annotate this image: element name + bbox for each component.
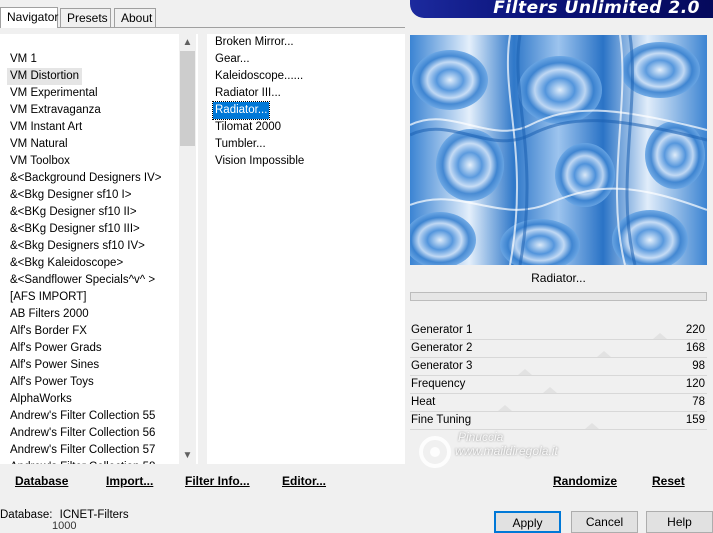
slider-thumb[interactable] [585,423,599,429]
watermark-line1: Pinuccia [458,430,504,444]
filter-name-label: Radiator... [410,268,707,288]
slider-label: Generator 2 [411,342,473,354]
category-item[interactable]: Andrew's Filter Collection 56 [7,425,158,442]
slider-track[interactable] [410,429,707,430]
watermark-line2: www.maildiregola.it [455,444,558,458]
editor-button[interactable]: Editor... [282,474,326,488]
radiator-pattern-image [410,35,707,265]
slider-thumb[interactable] [518,369,532,375]
category-item[interactable]: VM Instant Art [7,119,85,136]
database-count: 1000 [52,520,77,532]
category-item[interactable]: &<Sandflower Specials^v^ > [7,272,158,289]
scroll-down-icon[interactable]: ▼ [179,447,196,464]
slider-label: Heat [411,396,436,408]
category-item[interactable]: &<BKg Designer sf10 II> [7,204,140,221]
parameter-sliders: Generator 1 220 Generator 2 168 Generator 3 9… [410,322,707,432]
filter-item[interactable]: Radiator... [211,101,271,120]
slider-value: 120 [685,378,705,390]
cancel-button[interactable]: Cancel [571,511,638,533]
filter-info-button[interactable]: Filter Info... [185,474,250,488]
slider-value: 220 [685,324,705,336]
category-item[interactable]: VM Natural [7,136,71,153]
slider-thumb[interactable] [597,351,611,357]
category-item[interactable]: AlphaWorks [7,391,75,408]
tab-presets[interactable]: Presets [60,8,111,27]
bottom-toolbar: Database Import... Filter Info... Editor… [0,470,713,494]
tab-about[interactable]: About [114,8,156,27]
slider-value: 78 [692,396,705,408]
category-item[interactable]: VM Experimental [7,85,101,102]
slider-row[interactable]: Generator 1 220 [410,322,707,340]
progress-bar [410,292,707,301]
tab-divider [0,27,405,28]
category-item[interactable]: [AFS IMPORT] [7,289,89,306]
slider-thumb[interactable] [543,387,557,393]
slider-label: Generator 1 [411,324,473,336]
category-item[interactable]: VM Distortion [7,68,83,85]
category-item[interactable]: &<Bkg Kaleidoscope> [7,255,126,272]
category-item[interactable]: Alf's Power Toys [7,374,97,391]
import-button[interactable]: Import... [106,474,153,488]
slider-value: 159 [685,414,705,426]
banner-title: Filters Unlimited 2.0 [493,0,700,18]
slider-value: 98 [692,360,705,372]
scroll-up-icon[interactable]: ▲ [179,34,196,51]
filter-item[interactable]: Vision Impossible [213,153,306,170]
slider-label: Generator 3 [411,360,473,372]
filter-item[interactable]: Kaleidoscope...... [213,68,305,85]
category-item[interactable]: Andrew's Filter Collection 57 [7,442,158,459]
category-item[interactable]: Alf's Power Grads [7,340,105,357]
filter-item[interactable]: Broken Mirror... [213,34,296,51]
filter-preview-image [410,35,707,265]
slider-row[interactable]: Heat 78 [410,394,707,412]
category-item[interactable]: &<Bkg Designers sf10 IV> [7,238,148,255]
watermark-logo-icon [419,436,451,468]
slider-thumb[interactable] [498,405,512,411]
category-item[interactable]: AB Filters 2000 [7,306,92,323]
slider-value: 168 [685,342,705,354]
slider-row[interactable]: Frequency 120 [410,376,707,394]
category-item[interactable]: VM 1 [7,51,40,68]
randomize-button[interactable]: Randomize [553,474,617,488]
filter-item[interactable]: Gear... [213,51,252,68]
database-button[interactable]: Database [15,474,68,488]
category-item[interactable]: Alf's Border FX [7,323,90,340]
slider-row[interactable]: Fine Tuning 159 [410,412,707,430]
category-item[interactable]: VM Toolbox [7,153,73,170]
filter-item[interactable]: Tumbler... [213,136,268,153]
slider-row[interactable]: Generator 3 98 [410,358,707,376]
filter-item[interactable]: Radiator III... [213,85,283,102]
category-item[interactable]: Alf's Power Sines [7,357,102,374]
slider-row[interactable]: Generator 2 168 [410,340,707,358]
help-button[interactable]: Help [646,511,713,533]
category-list[interactable]: VM 1 VM Distortion VM Experimental VM Extra… [0,34,198,464]
scroll-thumb[interactable] [180,51,195,146]
category-item[interactable]: VM Extravaganza [7,102,104,119]
reset-button[interactable]: Reset [652,474,685,488]
tab-navigator[interactable]: Navigator [0,7,58,28]
category-item[interactable]: Andrew's Filter Collection 55 [7,408,158,425]
category-item[interactable]: &<Bkg Designer sf10 I> [7,187,134,204]
slider-label: Frequency [411,378,466,390]
category-item[interactable]: Andrew's Filter Collection 58 [7,459,158,464]
slider-label: Fine Tuning [411,414,472,426]
slider-thumb[interactable] [653,333,667,339]
filter-item[interactable]: Tilomat 2000 [213,119,283,136]
filter-list[interactable]: Broken Mirror... Gear... Kaleidoscope.....… [207,34,405,464]
category-item[interactable]: &<Background Designers IV> [7,170,165,187]
apply-button[interactable]: Apply [494,511,561,533]
category-scrollbar[interactable]: ▲ ▼ [179,34,196,464]
tab-bar: Navigator Presets About [0,7,400,28]
category-item[interactable]: &<BKg Designer sf10 III> [7,221,143,238]
database-status-label: Database: [0,509,53,521]
